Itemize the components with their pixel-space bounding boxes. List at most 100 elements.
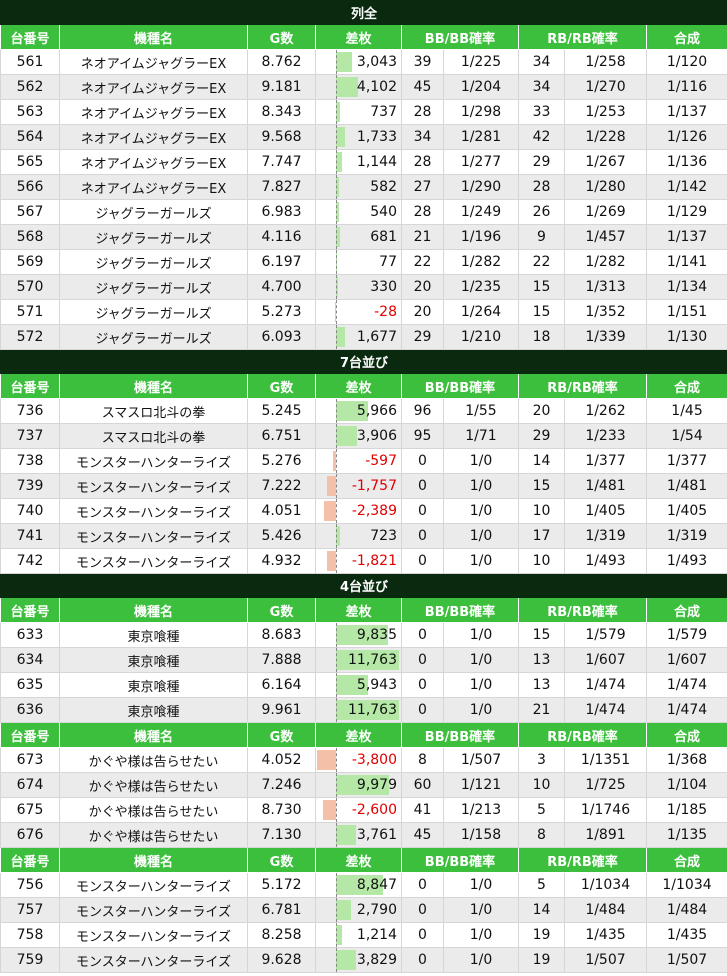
header-difference[interactable]: 差枚	[315, 847, 402, 873]
table-row[interactable]: 565 ネオアイムジャグラーEX 7.747 1,144 28 1/277 29 1/267 1…	[0, 149, 727, 175]
header-games[interactable]: G数	[247, 24, 316, 50]
header-bb[interactable]: BB/BB確率	[401, 373, 519, 399]
unit-number: 634	[0, 647, 60, 673]
header-machine-name[interactable]: 機種名	[59, 722, 248, 748]
table-row[interactable]: 759 モンスターハンターライズ 9.628 3,829 0 1/0 19 1/507 1/50…	[0, 947, 727, 973]
table-row[interactable]: 570 ジャグラーガールズ 4.700 330 20 1/235 15 1/313 1/134	[0, 274, 727, 300]
difference-zero-line	[336, 898, 337, 922]
header-combined[interactable]: 合成	[645, 847, 727, 873]
header-unit-number[interactable]: 台番号	[0, 847, 60, 873]
header-difference[interactable]: 差枚	[315, 373, 402, 399]
header-rb[interactable]: RB/RB確率	[518, 24, 647, 50]
table-row[interactable]: 569 ジャグラーガールズ 6.197 77 22 1/282 22 1/282 1/141	[0, 249, 727, 275]
header-rb[interactable]: RB/RB確率	[518, 373, 647, 399]
header-games[interactable]: G数	[247, 373, 316, 399]
header-difference[interactable]: 差枚	[315, 597, 402, 623]
header-unit-number[interactable]: 台番号	[0, 373, 60, 399]
difference-zero-line	[336, 474, 337, 498]
header-bb[interactable]: BB/BB確率	[401, 847, 519, 873]
table-row[interactable]: 736 スマスロ北斗の拳 5.245 5,966 96 1/55 20 1/262 1/45	[0, 398, 727, 424]
table-row[interactable]: 738 モンスターハンターライズ 5.276 -597 0 1/0 14 1/377 1/377	[0, 448, 727, 474]
game-count: 6.164	[247, 672, 316, 698]
difference-value: 540	[370, 204, 397, 220]
machine-name: ジャグラーガールズ	[59, 249, 248, 275]
difference-wrapper: 3,043	[317, 50, 401, 74]
table-row[interactable]: 635 東京喰種 6.164 5,943 0 1/0 13 1/474 1/474	[0, 672, 727, 698]
table-row[interactable]: 636 東京喰種 9.961 11,763 0 1/0 21 1/474 1/474	[0, 697, 727, 723]
header-machine-name[interactable]: 機種名	[59, 373, 248, 399]
rb-count: 10	[518, 498, 565, 524]
table-row[interactable]: 757 モンスターハンターライズ 6.781 2,790 0 1/0 14 1/484 1/48…	[0, 897, 727, 923]
table-row[interactable]: 571 ジャグラーガールズ 5.273 -28 20 1/264 15 1/352 1/151	[0, 299, 727, 325]
header-rb[interactable]: RB/RB確率	[518, 722, 647, 748]
header-machine-name[interactable]: 機種名	[59, 597, 248, 623]
header-bb[interactable]: BB/BB確率	[401, 24, 519, 50]
table-row[interactable]: 572 ジャグラーガールズ 6.093 1,677 29 1/210 18 1/339 1/13…	[0, 324, 727, 350]
header-combined[interactable]: 合成	[645, 373, 727, 399]
header-machine-name[interactable]: 機種名	[59, 847, 248, 873]
header-games[interactable]: G数	[247, 722, 316, 748]
table-row[interactable]: 563 ネオアイムジャグラーEX 8.343 737 28 1/298 33 1/253 1/1…	[0, 99, 727, 125]
header-games[interactable]: G数	[247, 597, 316, 623]
table-row[interactable]: 673 かぐや様は告らせたい 4.052 -3,800 8 1/507 3 1/1351 1/3…	[0, 747, 727, 773]
table-row[interactable]: 742 モンスターハンターライズ 4.932 -1,821 0 1/0 10 1/493 1/4…	[0, 548, 727, 574]
header-combined[interactable]: 合成	[645, 597, 727, 623]
section-title-row: 列全	[0, 0, 727, 25]
rb-count: 17	[518, 523, 565, 549]
difference-cell: 9,835	[315, 622, 402, 648]
machine-name: ネオアイムジャグラーEX	[59, 124, 248, 150]
table-row[interactable]: 741 モンスターハンターライズ 5.426 723 0 1/0 17 1/319 1/319	[0, 523, 727, 549]
table-row[interactable]: 756 モンスターハンターライズ 5.172 8,847 0 1/0 5 1/1034 1/10…	[0, 872, 727, 898]
combined-rate: 1/507	[645, 947, 727, 973]
header-rb[interactable]: RB/RB確率	[518, 597, 647, 623]
table-row[interactable]: 564 ネオアイムジャグラーEX 9.568 1,733 34 1/281 42 1/228 1…	[0, 124, 727, 150]
difference-cell: 9,979	[315, 772, 402, 798]
header-games[interactable]: G数	[247, 847, 316, 873]
game-count: 7.130	[247, 822, 316, 848]
header-unit-number[interactable]: 台番号	[0, 722, 60, 748]
combined-rate: 1/135	[645, 822, 727, 848]
rb-count: 28	[518, 174, 565, 200]
header-difference[interactable]: 差枚	[315, 722, 402, 748]
rb-count: 3	[518, 747, 565, 773]
header-combined[interactable]: 合成	[645, 722, 727, 748]
rb-rate: 1/607	[564, 647, 647, 673]
table-row[interactable]: 568 ジャグラーガールズ 4.116 681 21 1/196 9 1/457 1/137	[0, 224, 727, 250]
difference-bar-negative	[327, 476, 336, 496]
header-unit-number[interactable]: 台番号	[0, 597, 60, 623]
machine-name: ネオアイムジャグラーEX	[59, 74, 248, 100]
table-row[interactable]: 740 モンスターハンターライズ 4.051 -2,389 0 1/0 10 1/405 1/4…	[0, 498, 727, 524]
table-row[interactable]: 676 かぐや様は告らせたい 7.130 3,761 45 1/158 8 1/891 1/13…	[0, 822, 727, 848]
section-title-row: 7台並び	[0, 349, 727, 374]
table-row[interactable]: 675 かぐや様は告らせたい 8.730 -2,600 41 1/213 5 1/1746 1/…	[0, 797, 727, 823]
table-row[interactable]: 737 スマスロ北斗の拳 6.751 3,906 95 1/71 29 1/233 1/54	[0, 423, 727, 449]
game-count: 7.246	[247, 772, 316, 798]
header-unit-number[interactable]: 台番号	[0, 24, 60, 50]
table-row[interactable]: 758 モンスターハンターライズ 8.258 1,214 0 1/0 19 1/435 1/43…	[0, 922, 727, 948]
bb-count: 45	[401, 822, 444, 848]
table-row[interactable]: 566 ネオアイムジャグラーEX 7.827 582 27 1/290 28 1/280 1/1…	[0, 174, 727, 200]
unit-number: 563	[0, 99, 60, 125]
bb-count: 0	[401, 448, 444, 474]
table-row[interactable]: 633 東京喰種 8.683 9,835 0 1/0 15 1/579 1/579	[0, 622, 727, 648]
rb-rate: 1/1351	[564, 747, 647, 773]
table-row[interactable]: 674 かぐや様は告らせたい 7.246 9,979 60 1/121 10 1/725 1/1…	[0, 772, 727, 798]
bb-rate: 1/55	[443, 398, 519, 424]
bb-rate: 1/0	[443, 548, 519, 574]
game-count: 9.628	[247, 947, 316, 973]
header-bb[interactable]: BB/BB確率	[401, 597, 519, 623]
bb-count: 0	[401, 647, 444, 673]
table-row[interactable]: 739 モンスターハンターライズ 7.222 -1,757 0 1/0 15 1/481 1/4…	[0, 473, 727, 499]
table-row[interactable]: 567 ジャグラーガールズ 6.983 540 28 1/249 26 1/269 1/129	[0, 199, 727, 225]
header-rb[interactable]: RB/RB確率	[518, 847, 647, 873]
unit-number: 567	[0, 199, 60, 225]
table-row[interactable]: 634 東京喰種 7.888 11,763 0 1/0 13 1/607 1/607	[0, 647, 727, 673]
bb-rate: 1/281	[443, 124, 519, 150]
header-machine-name[interactable]: 機種名	[59, 24, 248, 50]
table-row[interactable]: 562 ネオアイムジャグラーEX 9.181 4,102 45 1/204 34 1/270 1…	[0, 74, 727, 100]
header-combined[interactable]: 合成	[645, 24, 727, 50]
table-row[interactable]: 561 ネオアイムジャグラーEX 8.762 3,043 39 1/225 34 1/258 1…	[0, 49, 727, 75]
header-difference[interactable]: 差枚	[315, 24, 402, 50]
header-bb[interactable]: BB/BB確率	[401, 722, 519, 748]
bb-count: 0	[401, 498, 444, 524]
